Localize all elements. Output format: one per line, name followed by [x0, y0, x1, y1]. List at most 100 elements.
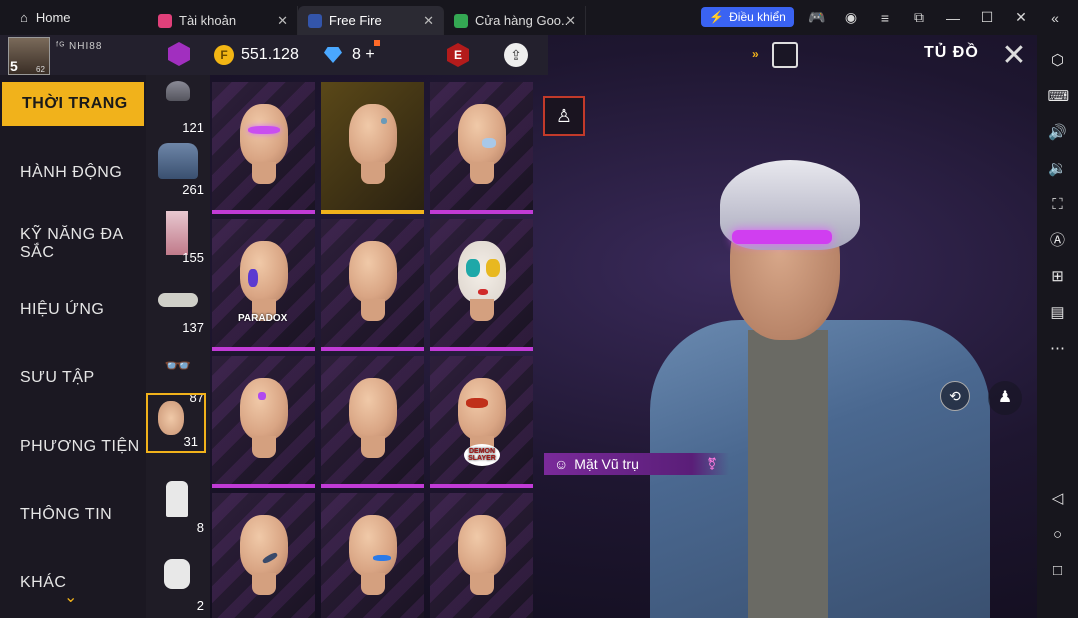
outfit-icon	[166, 481, 188, 517]
item-card[interactable]	[321, 219, 424, 351]
recents-icon[interactable]: □	[1048, 561, 1068, 581]
player-sub-level: 62	[36, 65, 45, 74]
control-button[interactable]: ⚡ Điều khiển	[701, 7, 794, 27]
close-icon[interactable]: ✕	[423, 13, 434, 29]
category-vehicles[interactable]: PHƯƠNG TIỆN	[0, 425, 146, 469]
item-count: 121	[182, 120, 204, 135]
face-preview	[349, 378, 397, 440]
pose-icon[interactable]: ♟	[988, 381, 1022, 415]
category-actions[interactable]: HÀNH ĐỘNG	[0, 151, 146, 195]
more-icon[interactable]: ⋯	[1048, 339, 1068, 359]
add-diamond-button[interactable]: +	[365, 46, 374, 63]
item-card[interactable]	[321, 356, 424, 488]
shirt-preview	[748, 330, 828, 618]
sub-pants[interactable]: 155	[146, 205, 210, 267]
window-controls: 🎮 ◉ ≡ ⧉ — ☐ ✕ «	[800, 0, 1072, 35]
mannequin-icon[interactable]: ♙	[543, 96, 585, 136]
home-nav-icon[interactable]: ○	[1048, 525, 1068, 545]
item-card[interactable]: PARADOX	[212, 219, 315, 351]
character-select-icon[interactable]	[772, 42, 798, 68]
volume-up-icon[interactable]: 🔊	[1048, 123, 1068, 143]
double-chevron-icon: »	[752, 47, 759, 61]
gender-icon: ⚧	[706, 457, 717, 471]
item-card[interactable]	[321, 493, 424, 618]
instagram-icon	[158, 13, 172, 28]
home-icon: ⌂	[20, 10, 28, 25]
upload-icon[interactable]: ⇪	[504, 43, 528, 67]
maximize-icon[interactable]: ☐	[970, 9, 1004, 26]
diamond-icon	[324, 47, 342, 63]
popout-icon[interactable]: ⧉	[902, 9, 936, 26]
item-card[interactable]	[212, 356, 315, 488]
lightning-icon: ⚡	[709, 10, 725, 24]
player-level: 5	[10, 58, 18, 74]
item-count: 8	[196, 520, 204, 535]
gamepad-icon[interactable]: 🎮	[800, 9, 834, 26]
tab-account[interactable]: Tài khoản ✕	[148, 6, 298, 35]
sub-face-paint[interactable]: 31	[146, 393, 206, 453]
menu-icon[interactable]: ≡	[868, 10, 902, 26]
category-collection[interactable]: SƯU TẬP	[0, 356, 146, 400]
item-card[interactable]	[430, 82, 533, 214]
category-fashion[interactable]: THỜI TRANG	[2, 82, 144, 126]
item-card-selected[interactable]	[321, 82, 424, 214]
close-icon[interactable]: ✕	[277, 13, 288, 29]
keyboard-icon[interactable]: ⌨	[1048, 87, 1070, 107]
close-icon[interactable]: ✕	[1004, 9, 1038, 26]
elite-pass-icon[interactable]: E	[447, 43, 469, 67]
home-tab[interactable]: ⌂ Home	[0, 0, 148, 35]
volume-down-icon[interactable]: 🔉	[1048, 159, 1068, 179]
close-button[interactable]: ✕	[995, 38, 1033, 76]
sub-jacket[interactable]: 261	[146, 137, 210, 199]
minimize-icon[interactable]: —	[936, 10, 970, 26]
item-card[interactable]	[212, 82, 315, 214]
sub-bag[interactable]: 2	[146, 553, 210, 615]
category-effects[interactable]: HIỆU ỨNG	[0, 288, 146, 332]
player-name: ᶠᴳ NHI88	[56, 41, 103, 52]
glasses-icon: 👓	[164, 353, 192, 378]
item-count: 2	[196, 598, 204, 613]
sub-shoes[interactable]: 137	[146, 275, 210, 337]
face-preview	[458, 378, 506, 440]
diamond-amount[interactable]: 8 +	[352, 46, 375, 64]
rotate-device-icon[interactable]: ⟲	[940, 381, 970, 411]
item-card[interactable]: DEMON SLAYER	[430, 356, 533, 488]
account-icon[interactable]: ◉	[834, 9, 868, 26]
home-label: Home	[35, 10, 71, 25]
face-preview	[240, 378, 288, 440]
category-info[interactable]: THÔNG TIN	[0, 493, 146, 537]
tab-label: Cửa hàng Goo...	[475, 13, 567, 28]
demon-slayer-logo: DEMON SLAYER	[464, 444, 500, 466]
gold-amount: 551.128	[241, 46, 299, 63]
item-count: 137	[182, 320, 204, 335]
mask-icon: ☺	[554, 456, 569, 472]
face-preview	[458, 515, 506, 577]
character-preview[interactable]	[620, 140, 1020, 618]
chevron-down-icon[interactable]: ⌄	[64, 587, 77, 607]
notification-dot	[374, 40, 380, 46]
sub-outfit[interactable]: 8	[146, 475, 210, 537]
rank-emblem-icon[interactable]	[168, 42, 190, 66]
settings-icon[interactable]: ⬡	[1048, 51, 1068, 71]
item-card[interactable]	[430, 493, 533, 618]
item-card[interactable]	[212, 493, 315, 618]
sub-headgear[interactable]: 121	[146, 75, 210, 137]
apk-icon[interactable]: ▤	[1048, 303, 1068, 323]
multi-instance-icon[interactable]: ⊞	[1048, 267, 1068, 287]
close-icon[interactable]: ✕	[565, 13, 576, 29]
back-icon[interactable]: ◁	[1048, 489, 1068, 509]
emulator-sidebar: ⬡ ⌨ 🔊 🔉 ⛶ Ⓐ ⊞ ▤ ⋯ ◁ ○ □	[1037, 35, 1078, 618]
category-color-skills[interactable]: KỸ NĂNG ĐA SẮC	[0, 217, 146, 271]
equipped-item-tag: ☺ Mặt Vũ trụ ⚧	[544, 453, 729, 475]
tab-free-fire[interactable]: Free Fire ✕	[298, 6, 444, 35]
screenshot-icon[interactable]: ⛶	[1048, 195, 1068, 215]
face-preview	[349, 241, 397, 303]
item-count: 261	[182, 182, 204, 197]
collapse-sidebar-icon[interactable]: «	[1038, 10, 1072, 26]
game-viewport: 5 62 ᶠᴳ NHI88 F 551.128 8 + E ⇪ » TỦ ĐỒ …	[0, 35, 1037, 618]
rotate-icon[interactable]: Ⓐ	[1048, 231, 1068, 251]
tab-play-store[interactable]: Cửa hàng Goo... ✕	[444, 6, 586, 35]
face-preview	[349, 104, 397, 166]
item-card[interactable]	[430, 219, 533, 351]
paradox-logo: PARADOX	[238, 313, 288, 324]
